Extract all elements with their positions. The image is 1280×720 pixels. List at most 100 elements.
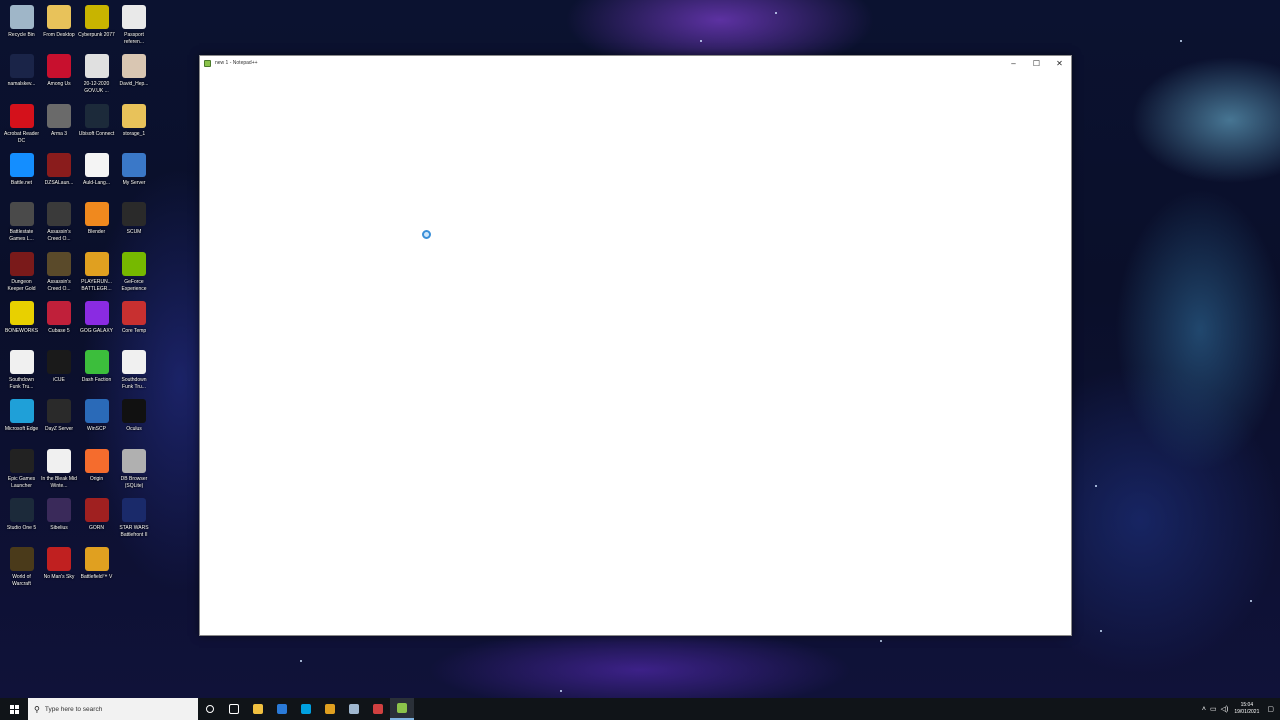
desktop-icon[interactable]: DB Browser (SQLite) [116, 448, 153, 490]
desktop-icon-label: Assassin's Creed O... [47, 278, 71, 292]
taskbar-app-button[interactable] [246, 698, 270, 720]
maximize-button[interactable]: ☐ [1025, 56, 1048, 70]
desktop-icon[interactable]: My Server [116, 152, 153, 187]
desktop-icon[interactable]: GeForce Experience [116, 251, 153, 293]
desktop-icon-label: Dungeon Keeper Gold [7, 278, 36, 292]
desktop-icon[interactable]: Sibelius [41, 498, 78, 532]
desktop-icon[interactable]: Passport referen... [116, 5, 153, 46]
scum-icon [122, 202, 146, 227]
desktop-icon[interactable]: Dungeon Keeper Gold [3, 251, 40, 293]
desktop-icon-label: BONEWORKS [4, 327, 39, 334]
desktop-icon[interactable]: Studio One 5 [3, 498, 40, 532]
start-button[interactable] [0, 698, 28, 720]
desktop-icon-label: Battle.net [10, 179, 33, 186]
icue-icon [47, 350, 71, 375]
window-titlebar[interactable]: new 1 - Notepad++ – ☐ ✕ [200, 56, 1071, 70]
dzsa-icon [47, 152, 71, 177]
file-explorer-icon [253, 704, 263, 714]
taskbar-app-button[interactable] [318, 698, 342, 720]
close-button[interactable]: ✕ [1048, 56, 1071, 70]
desktop-icon[interactable]: Auld-Lang... [78, 152, 115, 187]
desktop-icon[interactable]: Southdown Funk Tru... [116, 350, 153, 391]
desktop-icon[interactable]: iCUE [41, 350, 78, 384]
desktop-icon[interactable]: storage_1 [116, 103, 153, 138]
desktop-icon[interactable]: BONEWORKS [3, 300, 40, 335]
chevron-up-icon[interactable]: ˄ [1202, 706, 1206, 713]
desktop-icon[interactable]: From Desktop [41, 5, 78, 39]
desktop-icon[interactable]: Core Temp [116, 300, 153, 335]
desktop-icon[interactable]: Oculus [116, 399, 153, 433]
minimize-button[interactable]: – [1002, 56, 1025, 70]
star [1100, 630, 1102, 632]
desktop-icon[interactable]: Battlefield™ V [78, 547, 115, 581]
desktop-icon[interactable]: PLAYERUN... BATTLEGR... [78, 251, 115, 293]
desktop-icon[interactable]: Epic Games Launcher [3, 448, 40, 490]
desktop-icon[interactable]: Origin [78, 448, 115, 483]
desktop-icon[interactable]: STAR WARS Battlefront II [116, 498, 153, 539]
desktop-icon-label: GeForce Experience [121, 278, 147, 292]
desktop-icon-label: WinSCP [87, 426, 106, 433]
ubisoft-icon [84, 103, 109, 128]
desktop-icon[interactable]: Battlestate Games L... [3, 202, 40, 243]
blender-icon [84, 202, 109, 227]
windows-logo-icon [9, 704, 19, 714]
desktop-icon[interactable]: Acrobat Reader DC [3, 103, 40, 145]
desktop-icon-label: Origin [89, 475, 104, 482]
desktop-icon-label: Among Us [47, 81, 71, 88]
desktop-icon[interactable]: David_Hep... [116, 54, 153, 88]
desktop-icon[interactable]: Dash Faction [78, 350, 115, 384]
server-icon [122, 152, 146, 177]
recycle-bin-icon [9, 5, 34, 29]
desktop-icon[interactable]: WinSCP [78, 399, 115, 433]
desktop-icon[interactable]: Cyberpunk 2077 [78, 5, 115, 39]
taskbar-app-button[interactable] [366, 698, 390, 720]
star [1095, 485, 1097, 487]
desktop-icon[interactable]: GOG GALAXY [78, 300, 115, 335]
taskbar-app-button[interactable] [222, 698, 246, 720]
desktop-icon[interactable]: 20-12-2020 GOV.UK ... [78, 54, 115, 95]
taskbar-app-button[interactable] [342, 698, 366, 720]
volume-icon[interactable]: ◁) [1221, 705, 1229, 713]
desktop-icon[interactable]: Microsoft Edge [3, 399, 40, 433]
desktop-icon-label: No Man's Sky [43, 574, 75, 581]
notification-icon[interactable]: ▢ [1267, 705, 1274, 713]
desktop-icon[interactable]: Cubase 5 [41, 300, 78, 335]
notepad-window[interactable]: new 1 - Notepad++ – ☐ ✕ [199, 55, 1072, 636]
star [560, 690, 562, 692]
desktop-icon[interactable]: SCUM [116, 202, 153, 236]
search-placeholder: Type here to search [44, 705, 103, 713]
network-icon[interactable]: ▭ [1210, 705, 1217, 713]
desktop-icon[interactable]: namalskev... [3, 54, 40, 88]
steam-icon [349, 704, 359, 714]
arma-icon [47, 103, 71, 128]
desktop-icon[interactable]: Recycle Bin [3, 5, 40, 39]
gog-icon [84, 300, 109, 325]
desktop-icon[interactable]: Assassin's Creed O... [41, 251, 78, 293]
text-file-icon [84, 152, 109, 177]
taskbar-search-box[interactable]: ⚲ Type here to search [28, 698, 198, 720]
desktop-icon[interactable]: Arma 3 [41, 103, 78, 138]
desktop-icon[interactable]: Among Us [41, 54, 78, 88]
desktop-icon[interactable]: No Man's Sky [41, 547, 78, 581]
desktop-icon-label: From Desktop [43, 32, 75, 38]
boneworks-icon [9, 300, 34, 325]
taskbar-app-button[interactable] [390, 698, 414, 720]
desktop-icon[interactable]: Assassin's Creed O... [41, 202, 78, 243]
star [775, 12, 777, 14]
desktop-icon[interactable]: Ubisoft Connect [78, 103, 115, 138]
desktop-icon[interactable]: Battle.net [3, 152, 40, 187]
desktop-icon[interactable]: Blender [78, 202, 115, 236]
window-content[interactable] [200, 70, 1071, 635]
desktop-icon-label: Ubisoft Connect [78, 130, 115, 137]
desktop-icon[interactable]: In the Bleak Mid Winte... [41, 448, 78, 490]
taskbar-app-button[interactable] [198, 698, 222, 720]
desktop-icon-label: In the Bleak Mid Winte... [41, 475, 77, 489]
clock[interactable]: 15:04 19/01/2021 [1234, 702, 1259, 716]
desktop-icon[interactable]: GORN [78, 498, 115, 532]
taskbar-app-button[interactable] [270, 698, 294, 720]
desktop-icon[interactable]: World of Warcraft [3, 547, 40, 588]
desktop-icon[interactable]: DZSALaun... [41, 152, 78, 187]
desktop-icon[interactable]: DayZ Server [41, 399, 78, 433]
desktop-icon[interactable]: Southdown Funk Tru... [3, 350, 40, 391]
taskbar-app-button[interactable] [294, 698, 318, 720]
